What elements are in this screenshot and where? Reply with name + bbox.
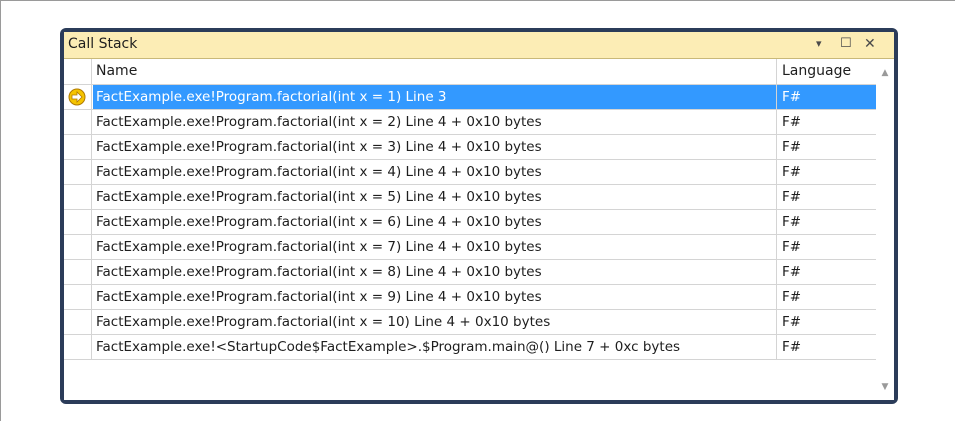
stack-frame-row[interactable]: FactExample.exe!Program.factorial(int x … <box>64 310 876 335</box>
frame-icon-cell <box>64 210 92 234</box>
stack-frame-row[interactable]: FactExample.exe!Program.factorial(int x … <box>64 235 876 260</box>
stack-frame-row[interactable]: FactExample.exe!Program.factorial(int x … <box>64 110 876 135</box>
frame-language: F# <box>776 260 876 284</box>
column-header-language[interactable]: Language <box>776 59 876 84</box>
frame-icon-cell <box>64 260 92 284</box>
frame-language: F# <box>776 235 876 259</box>
frame-icon-cell <box>64 85 92 109</box>
frame-language: F# <box>776 110 876 134</box>
frame-name: FactExample.exe!Program.factorial(int x … <box>96 214 542 230</box>
scroll-up-icon[interactable]: ▲ <box>879 67 891 79</box>
frame-name: FactExample.exe!Program.factorial(int x … <box>96 239 542 255</box>
frame-name: FactExample.exe!Program.factorial(int x … <box>96 164 542 180</box>
call-stack-grid: Name Language FactExample.exe!Program.fa… <box>64 59 894 400</box>
frame-icon-cell <box>64 160 92 184</box>
stack-frame-row[interactable]: FactExample.exe!Program.factorial(int x … <box>64 185 876 210</box>
stack-frame-row[interactable]: FactExample.exe!Program.factorial(int x … <box>64 285 876 310</box>
frame-icon-cell <box>64 285 92 309</box>
frame-name: FactExample.exe!Program.factorial(int x … <box>96 264 542 280</box>
frame-name: FactExample.exe!Program.factorial(int x … <box>96 289 542 305</box>
frame-icon-cell <box>64 235 92 259</box>
scroll-down-icon[interactable]: ▼ <box>879 381 891 393</box>
vertical-scrollbar[interactable]: ▲ ▼ <box>876 59 894 400</box>
frame-language: F# <box>776 185 876 209</box>
title-bar[interactable]: Call Stack ▾ ☐ ✕ <box>64 32 894 59</box>
frame-icon-cell <box>64 310 92 334</box>
close-icon[interactable]: ✕ <box>864 34 876 54</box>
frame-language: F# <box>776 285 876 309</box>
frame-icon-cell <box>64 335 92 359</box>
frame-language: F# <box>776 335 876 359</box>
maximize-icon[interactable]: ☐ <box>840 34 852 54</box>
call-stack-window: Call Stack ▾ ☐ ✕ Name Language FactExamp… <box>60 28 898 404</box>
frame-language: F# <box>776 160 876 184</box>
frame-icon-cell <box>64 135 92 159</box>
column-header-row: Name Language <box>64 59 876 85</box>
frame-name: FactExample.exe!Program.factorial(int x … <box>96 139 542 155</box>
stack-frame-row[interactable]: FactExample.exe!Program.factorial(int x … <box>64 135 876 160</box>
stack-frame-row[interactable]: FactExample.exe!Program.factorial(int x … <box>64 210 876 235</box>
column-header-name[interactable]: Name <box>93 59 776 84</box>
frame-name: FactExample.exe!Program.factorial(int x … <box>96 314 551 330</box>
frame-icon-cell <box>64 110 92 134</box>
frame-language: F# <box>776 210 876 234</box>
dropdown-icon[interactable]: ▾ <box>816 34 822 54</box>
call-stack-panel: Call Stack ▾ ☐ ✕ Name Language FactExamp… <box>64 32 894 400</box>
frame-name: FactExample.exe!Program.factorial(int x … <box>96 114 542 130</box>
frame-icon-cell <box>64 185 92 209</box>
frame-language: F# <box>776 310 876 334</box>
stack-frame-row[interactable]: FactExample.exe!Program.factorial(int x … <box>64 85 876 110</box>
frame-language: F# <box>776 85 876 109</box>
stack-frame-row[interactable]: FactExample.exe!Program.factorial(int x … <box>64 260 876 285</box>
frame-name: FactExample.exe!Program.factorial(int x … <box>93 85 776 109</box>
frame-name: FactExample.exe!<StartupCode$FactExample… <box>96 339 681 355</box>
stack-frame-row[interactable]: FactExample.exe!<StartupCode$FactExample… <box>64 335 876 360</box>
header-icon-column <box>64 59 92 84</box>
yellow-arrow-icon <box>68 88 86 106</box>
frame-language: F# <box>776 135 876 159</box>
window-title: Call Stack <box>68 36 138 52</box>
frame-name: FactExample.exe!Program.factorial(int x … <box>96 189 542 205</box>
stack-frame-row[interactable]: FactExample.exe!Program.factorial(int x … <box>64 160 876 185</box>
